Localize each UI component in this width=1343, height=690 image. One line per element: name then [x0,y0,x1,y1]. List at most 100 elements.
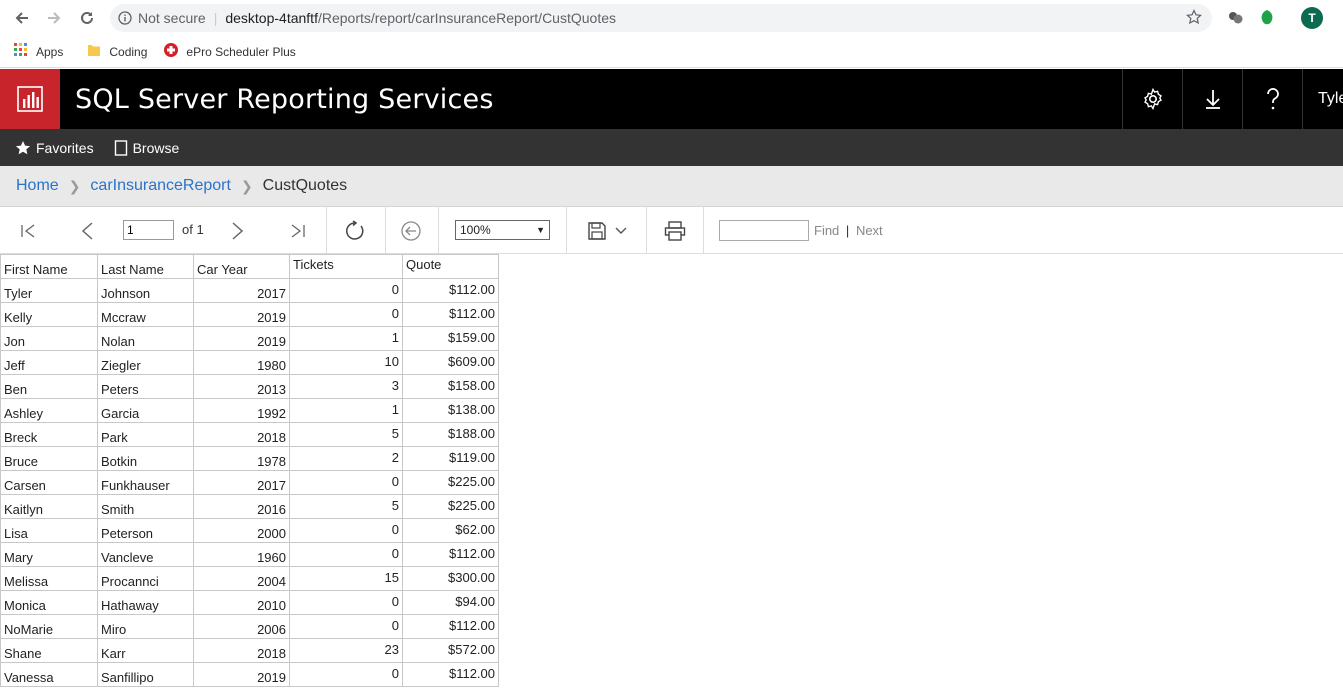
settings-gear-icon[interactable] [1122,69,1182,129]
cell-first-name: Carsen [0,470,98,495]
info-icon[interactable] [118,11,132,25]
cell-quote: $138.00 [402,398,499,423]
cell-tickets: 23 [289,638,403,663]
table-row: Ashley Garcia 1992 1 $138.00 [0,398,499,423]
export-save-icon[interactable] [587,207,607,254]
address-bar[interactable]: Not secure | desktop-4tanftf/Reports/rep… [110,4,1212,32]
back-to-parent-icon[interactable] [400,207,422,254]
cell-tickets: 15 [289,566,403,591]
find-separator: | [845,223,850,238]
previous-page-icon[interactable] [80,207,94,254]
bookmark-star-icon[interactable] [1186,9,1202,28]
next-page-icon[interactable] [231,207,245,254]
cell-quote: $609.00 [402,350,499,375]
first-page-icon[interactable] [20,207,36,254]
extension-green-icon[interactable] [1259,9,1275,32]
cell-car-year: 1960 [193,542,290,567]
cell-last-name: Procannci [97,566,194,591]
back-icon[interactable] [7,3,37,33]
cell-last-name: Peters [97,374,194,399]
bookmark-label: Coding [109,44,148,59]
profile-avatar[interactable]: T [1301,7,1323,29]
cell-first-name: Tyler [0,278,98,303]
chevron-down-icon[interactable] [614,207,628,254]
cell-first-name: Lisa [0,518,98,543]
cell-last-name: Sanfillipo [97,662,194,687]
ssrs-logo-icon[interactable] [0,69,60,129]
table-row: Ben Peters 2013 3 $158.00 [0,374,499,399]
cell-quote: $112.00 [402,542,499,567]
cell-last-name: Hathaway [97,590,194,615]
page-number-input[interactable] [123,220,174,240]
cell-quote: $225.00 [402,494,499,519]
download-icon[interactable] [1182,69,1242,129]
cell-car-year: 2019 [193,326,290,351]
table-row: Vanessa Sanfillipo 2019 0 $112.00 [0,662,499,687]
table-row: Tyler Johnson 2017 0 $112.00 [0,278,499,303]
table-row: Bruce Botkin 1978 2 $119.00 [0,446,499,471]
favorites-link[interactable]: Favorites [15,140,94,156]
cell-car-year: 2010 [193,590,290,615]
breadcrumb-folder[interactable]: carInsuranceReport [90,177,231,195]
column-header-quote: Quote [402,254,499,279]
favorites-label: Favorites [36,139,94,156]
page-count-label: of 1 [182,222,204,237]
print-icon[interactable] [664,207,686,254]
cell-first-name: Shane [0,638,98,663]
cell-tickets: 1 [289,398,403,423]
cell-last-name: Johnson [97,278,194,303]
cell-first-name: Breck [0,422,98,447]
url-path: /Reports/report/carInsuranceReport/CustQ… [317,10,616,26]
browse-link[interactable]: Browse [114,139,179,156]
cell-car-year: 2018 [193,422,290,447]
breadcrumb-home[interactable]: Home [16,177,59,195]
cell-quote: $112.00 [402,614,499,639]
column-header-last-name: Last Name [97,254,194,279]
cell-car-year: 1978 [193,446,290,471]
cell-quote: $112.00 [402,278,499,303]
find-text-input[interactable] [719,220,809,241]
cell-car-year: 2018 [193,638,290,663]
cell-last-name: Miro [97,614,194,639]
cell-last-name: Ziegler [97,350,194,375]
breadcrumb-current: CustQuotes [262,177,348,194]
zoom-select[interactable]: 100% ▼ [455,220,550,240]
extension-icon[interactable] [1227,9,1245,32]
cell-tickets: 3 [289,374,403,399]
reload-icon[interactable] [72,3,102,33]
refresh-icon[interactable] [344,207,366,254]
cell-tickets: 5 [289,422,403,447]
bookmark-epro[interactable]: ePro Scheduler Plus [164,43,296,60]
cell-car-year: 2013 [193,374,290,399]
last-page-icon[interactable] [290,207,306,254]
app-title: SQL Server Reporting Services [75,83,494,115]
table-body: Tyler Johnson 2017 0 $112.00 Kelly Mccraw 2019 0… [0,278,499,687]
cell-car-year: 2017 [193,278,290,303]
cell-tickets: 0 [289,278,403,303]
cell-car-year: 2019 [193,662,290,687]
divider [703,207,704,254]
find-link[interactable]: Find [814,223,839,238]
cell-car-year: 2004 [193,566,290,591]
bookmark-apps[interactable]: Apps [14,43,63,60]
cell-tickets: 0 [289,614,403,639]
help-icon[interactable] [1242,69,1302,129]
find-controls: Find | Next [814,223,883,238]
cell-quote: $300.00 [402,566,499,591]
table-row: Monica Hathaway 2010 0 $94.00 [0,590,499,615]
cell-tickets: 10 [289,350,403,375]
next-link[interactable]: Next [856,223,883,238]
bookmarks-bar: Apps Coding ePro Scheduler Plus [0,36,1343,68]
browser-toolbar: Not secure | desktop-4tanftf/Reports/rep… [0,0,1343,36]
cell-first-name: Jon [0,326,98,351]
user-menu[interactable]: Tyler [1302,69,1343,129]
cell-first-name: Jeff [0,350,98,375]
cell-tickets: 0 [289,662,403,687]
forward-icon[interactable] [39,3,69,33]
document-icon [114,139,127,156]
bookmark-coding[interactable]: Coding [87,43,147,60]
cell-last-name: Botkin [97,446,194,471]
table-row: Lisa Peterson 2000 0 $62.00 [0,518,499,543]
column-header-car-year: Car Year [193,254,290,279]
cell-tickets: 1 [289,326,403,351]
